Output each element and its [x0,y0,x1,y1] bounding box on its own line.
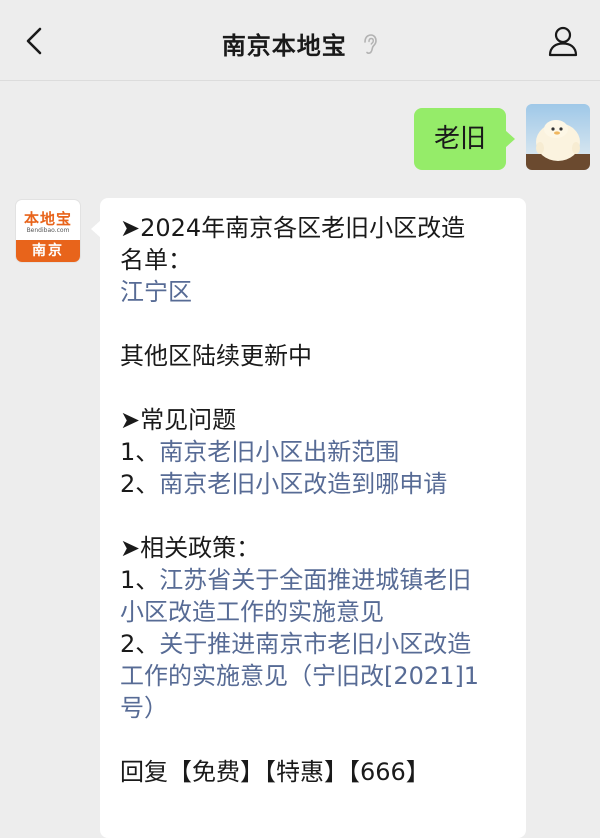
link-policy-nanjing[interactable]: 关于推进南京市老旧小区改造 [159,630,471,658]
link-policy-jiangsu[interactable]: 江苏省关于全面推进城镇老旧 [159,566,471,594]
policy1-number: 1、 [120,566,160,594]
chat-title-wrap: 南京本地宝 [0,26,600,61]
link-policy-nanjing-end[interactable]: 号） [120,694,168,722]
link-faq-scope[interactable]: 南京老旧小区出新范围 [159,438,399,466]
heading-faq: ➤常见问题 [120,406,237,434]
top-bar: 南京本地宝 [0,0,600,81]
chat-title[interactable]: 南京本地宝 [222,32,347,60]
update-note: 其他区陆续更新中 [120,342,312,370]
heading-renovation-list: ➤2024年南京各区老旧小区改造 [120,214,466,242]
outgoing-message-text: 老旧 [433,124,486,154]
reply-keywords: 回复【免费】【特惠】【666】 [120,758,430,786]
link-faq-apply[interactable]: 南京老旧小区改造到哪申请 [159,470,447,498]
avatar-city-label: 南京 [16,240,80,262]
heading-policies: ➤相关政策： [120,534,261,562]
person-icon[interactable] [546,24,580,58]
faq2-number: 2、 [120,470,160,498]
user-avatar[interactable] [526,104,590,170]
policy2-number: 2、 [120,630,160,658]
outgoing-message-bubble[interactable]: 老旧 [414,108,515,170]
avatar-logo-domain: Bendibao.com [26,227,70,234]
heading-renovation-list-cont: 名单： [120,246,192,274]
bendibao-avatar[interactable]: 本地宝 Bendibao.com 南京 [16,200,80,262]
incoming-message-bubble: ➤2024年南京各区老旧小区改造 名单： 江宁区 其他区陆续更新中 ➤常见问题 … [91,198,526,838]
ear-icon [362,33,378,61]
faq1-number: 1、 [120,438,160,466]
link-policy-jiangsu-cont[interactable]: 小区改造工作的实施意见 [120,598,384,626]
avatar-logo-text: 本地宝 [23,210,72,228]
link-policy-nanjing-cont[interactable]: 工作的实施意见（宁旧改[2021]1 [120,662,479,690]
link-jiangning-district[interactable]: 江宁区 [120,278,192,306]
